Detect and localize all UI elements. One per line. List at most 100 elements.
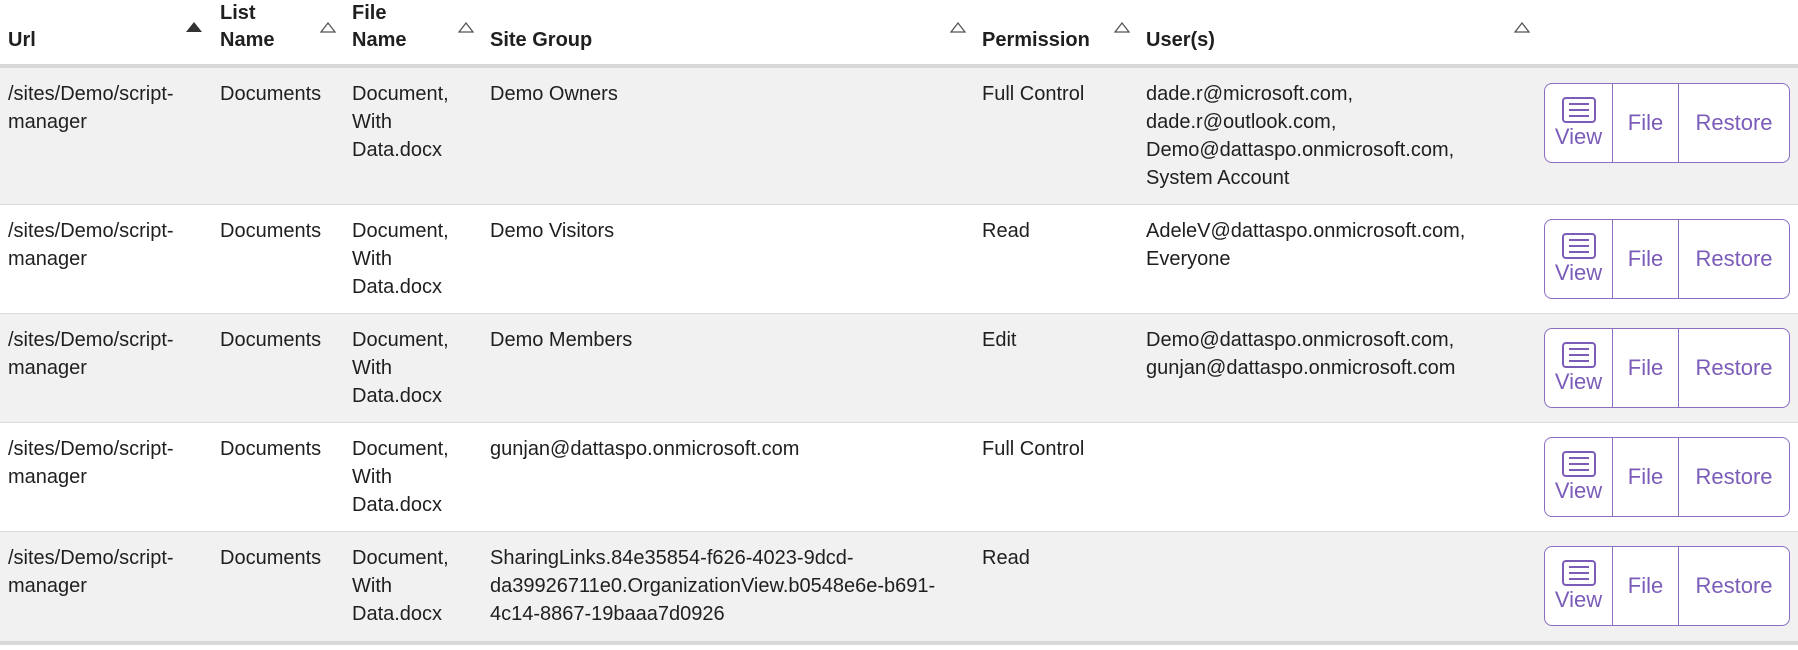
column-header-url[interactable]: Url xyxy=(8,27,36,54)
file-button-label: File xyxy=(1627,573,1664,598)
column-header-list-name[interactable]: List Name xyxy=(220,0,274,54)
view-button-label: View xyxy=(1554,124,1603,149)
cell-text: AdeleV@dattaspo.onmicrosoft.com, xyxy=(1146,220,1466,242)
cell-text: manager xyxy=(8,466,87,488)
cell-url: /sites/Demo/script- manager xyxy=(8,435,174,491)
restore-button[interactable]: Restore xyxy=(1679,220,1789,298)
column-header-label: List xyxy=(220,2,256,24)
cell-text: dade.r@outlook.com, xyxy=(1146,111,1337,133)
column-header-permission[interactable]: Permission xyxy=(982,27,1090,54)
cell-text: Data.docx xyxy=(352,139,443,161)
restore-button-label: Restore xyxy=(1695,355,1773,380)
file-button-label: File xyxy=(1627,110,1664,135)
list-icon xyxy=(1561,233,1596,259)
column-header-label: File xyxy=(352,2,387,24)
cell-permission: Read xyxy=(982,547,1030,569)
cell-site-group: Demo Owners xyxy=(490,80,618,108)
file-button-label: File xyxy=(1627,246,1664,271)
cell-text: manager xyxy=(8,575,87,597)
restore-button[interactable]: Restore xyxy=(1679,547,1789,625)
column-header-label: Url xyxy=(8,29,36,51)
sort-unsorted-icon[interactable] xyxy=(950,22,966,33)
restore-button[interactable]: Restore xyxy=(1679,84,1789,162)
column-header-file-name[interactable]: File Name xyxy=(352,0,406,54)
row-actions: View File Restore xyxy=(1544,219,1790,299)
restore-button[interactable]: Restore xyxy=(1679,329,1789,407)
list-icon xyxy=(1561,451,1596,477)
view-button-label: View xyxy=(1554,587,1603,612)
view-button[interactable]: View xyxy=(1545,547,1613,625)
cell-list-name: Documents xyxy=(220,83,322,105)
cell-permission: Read xyxy=(982,220,1030,242)
sort-unsorted-icon[interactable] xyxy=(320,22,336,33)
restore-button[interactable]: Restore xyxy=(1679,438,1789,516)
cell-text: System Account xyxy=(1146,167,1290,189)
cell-text: gunjan@dattaspo.onmicrosoft.com xyxy=(1146,357,1456,379)
cell-text: manager xyxy=(8,357,87,379)
cell-text: Demo@dattaspo.onmicrosoft.com, xyxy=(1146,139,1455,161)
cell-text: gunjan@dattaspo.onmicrosoft.com xyxy=(490,438,800,460)
sort-unsorted-icon[interactable] xyxy=(458,22,474,33)
cell-text: With xyxy=(352,357,392,379)
column-header-label: Permission xyxy=(982,29,1090,51)
cell-list-name: Documents xyxy=(220,220,322,242)
restore-button-label: Restore xyxy=(1695,110,1773,135)
cell-file-name: Document, With Data.docx xyxy=(352,435,449,519)
cell-text: dade.r@microsoft.com, xyxy=(1146,83,1354,105)
cell-text: Demo Owners xyxy=(490,83,618,105)
restore-button-label: Restore xyxy=(1695,464,1773,489)
file-button[interactable]: File xyxy=(1613,438,1679,516)
sort-ascending-icon[interactable] xyxy=(186,22,202,32)
cell-file-name: Document, With Data.docx xyxy=(352,544,449,628)
cell-text: With xyxy=(352,111,392,133)
cell-text: Data.docx xyxy=(352,276,443,298)
cell-permission: Edit xyxy=(982,329,1017,351)
cell-text: 4c14-8867-19baaa7d0926 xyxy=(490,603,725,625)
file-button[interactable]: File xyxy=(1613,84,1679,162)
sort-unsorted-icon[interactable] xyxy=(1114,22,1130,33)
column-header-site-group[interactable]: Site Group xyxy=(490,27,592,54)
list-icon xyxy=(1561,560,1596,586)
file-button[interactable]: File xyxy=(1613,547,1679,625)
view-button[interactable]: View xyxy=(1545,438,1613,516)
column-header-users[interactable]: User(s) xyxy=(1146,27,1215,54)
view-button[interactable]: View xyxy=(1545,329,1613,407)
permissions-table: Url List Name File Name Site Group Permi… xyxy=(0,0,1798,645)
cell-list-name: Documents xyxy=(220,438,322,460)
view-button[interactable]: View xyxy=(1545,220,1613,298)
file-button-label: File xyxy=(1627,355,1664,380)
cell-users: Demo@dattaspo.onmicrosoft.com, gunjan@da… xyxy=(1146,326,1455,382)
table-row: /sites/Demo/script- manager Documents Do… xyxy=(0,423,1798,532)
file-button[interactable]: File xyxy=(1613,329,1679,407)
cell-site-group: Demo Members xyxy=(490,326,632,354)
table-bottom-divider xyxy=(0,641,1798,645)
cell-text: manager xyxy=(8,111,87,133)
cell-text: Demo@dattaspo.onmicrosoft.com, xyxy=(1146,329,1455,351)
cell-text: With xyxy=(352,575,392,597)
cell-permission: Full Control xyxy=(982,438,1085,460)
list-icon xyxy=(1561,342,1596,368)
cell-url: /sites/Demo/script- manager xyxy=(8,80,174,136)
view-button-label: View xyxy=(1554,369,1603,394)
cell-users: dade.r@microsoft.com, dade.r@outlook.com… xyxy=(1146,80,1454,192)
table-row: /sites/Demo/script- manager Documents Do… xyxy=(0,68,1798,205)
cell-text: Demo Members xyxy=(490,329,633,351)
restore-button-label: Restore xyxy=(1695,573,1773,598)
cell-users: AdeleV@dattaspo.onmicrosoft.com, Everyon… xyxy=(1146,217,1465,273)
cell-text: Data.docx xyxy=(352,385,443,407)
cell-file-name: Document, With Data.docx xyxy=(352,80,449,164)
table-row: /sites/Demo/script- manager Documents Do… xyxy=(0,205,1798,314)
file-button[interactable]: File xyxy=(1613,220,1679,298)
file-button-label: File xyxy=(1627,464,1664,489)
sort-unsorted-icon[interactable] xyxy=(1514,22,1530,33)
cell-site-group: Demo Visitors xyxy=(490,217,614,245)
table-row: /sites/Demo/script- manager Documents Do… xyxy=(0,314,1798,423)
cell-url: /sites/Demo/script- manager xyxy=(8,544,174,600)
cell-text: Document, xyxy=(352,438,449,460)
cell-text: manager xyxy=(8,248,87,270)
view-button-label: View xyxy=(1554,478,1603,503)
cell-text: With xyxy=(352,466,392,488)
cell-text: Data.docx xyxy=(352,494,443,516)
view-button[interactable]: View xyxy=(1545,84,1613,162)
cell-text: da39926711e0.OrganizationView.b0548e6e-b… xyxy=(490,575,936,597)
